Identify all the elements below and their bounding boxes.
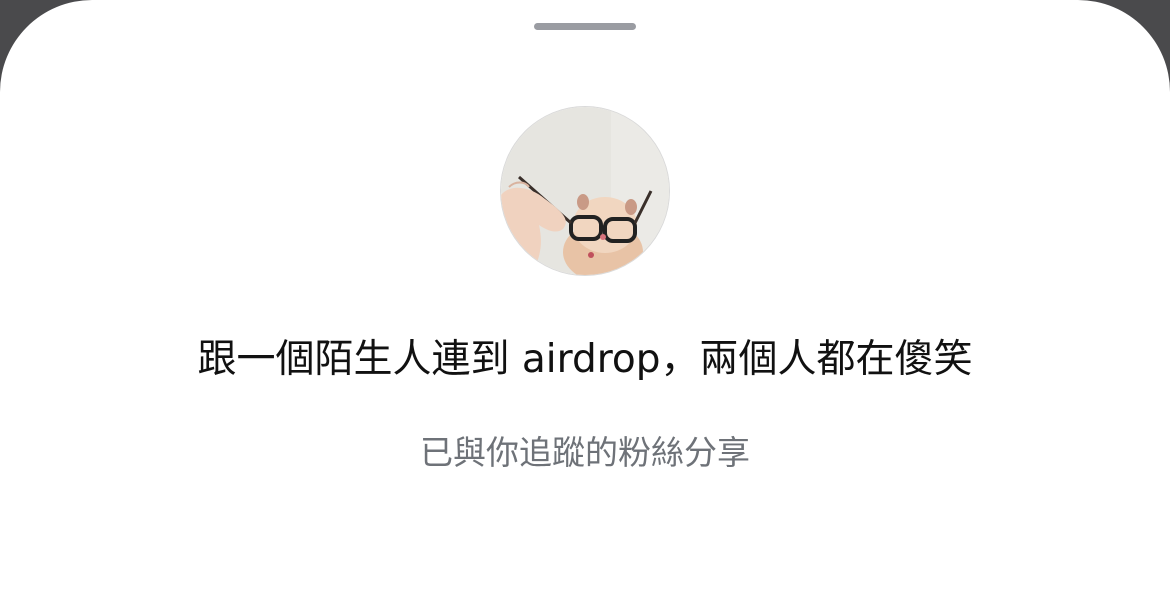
- post-caption: 跟一個陌生人連到 airdrop，兩個人都在傻笑: [197, 337, 973, 382]
- sheet-grabber-handle[interactable]: [534, 23, 636, 30]
- bottom-sheet: 跟一個陌生人連到 airdrop，兩個人都在傻笑 已與你追蹤的粉絲分享: [0, 0, 1170, 600]
- post-thumbnail-avatar: [501, 107, 669, 275]
- share-status-text: 已與你追蹤的粉絲分享: [420, 433, 750, 472]
- hamster-with-glasses-photo-icon: [501, 107, 669, 275]
